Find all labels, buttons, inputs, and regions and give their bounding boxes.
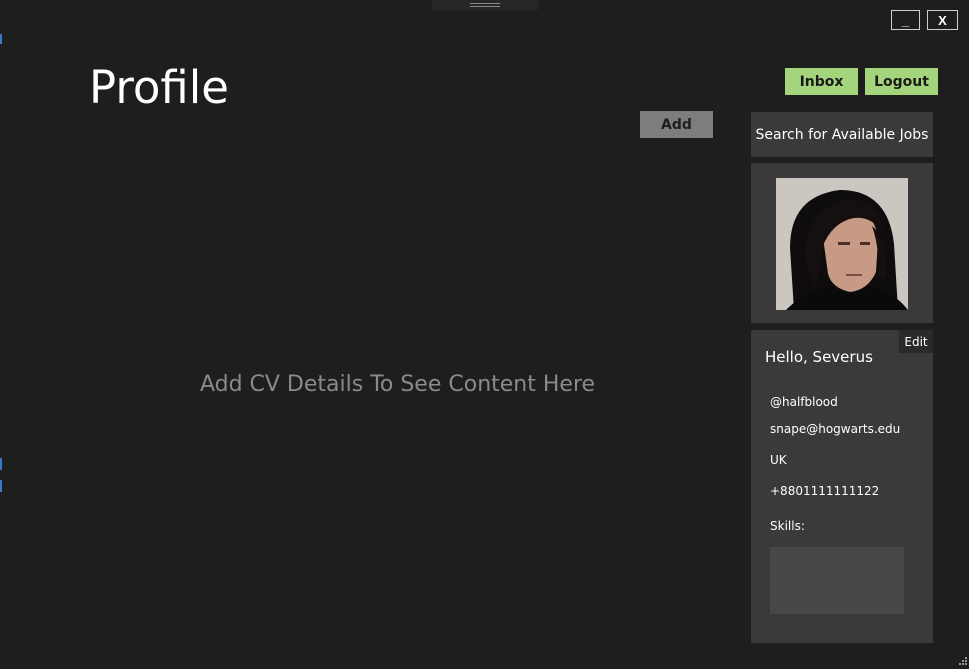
page-title: Profile [89,61,229,114]
avatar-card [751,163,933,323]
resize-grip-icon[interactable] [957,657,967,667]
window-edge-mark [0,34,2,44]
add-cv-button[interactable]: Add [640,111,713,138]
edit-profile-button[interactable]: Edit [899,330,933,353]
window-edge-mark [0,480,2,492]
search-jobs-button[interactable]: Search for Available Jobs [751,112,933,157]
profile-info-card: Edit Hello, Severus @halfblood snape@hog… [751,330,933,643]
email-text: snape@hogwarts.edu [770,422,901,436]
phone-text: +8801111111122 [770,484,880,498]
skills-label: Skills: [770,519,805,533]
skills-box [770,547,904,614]
window-drag-handle[interactable] [432,0,538,10]
close-button[interactable]: X [927,10,958,30]
avatar [776,178,908,310]
minimize-button[interactable]: _ [891,10,920,30]
greeting-text: Hello, Severus [765,348,873,366]
username-text: @halfblood [770,395,838,409]
avatar-photo-icon [776,178,908,310]
country-text: UK [770,453,787,467]
empty-cv-message: Add CV Details To See Content Here [199,372,596,397]
logout-button[interactable]: Logout [865,68,938,95]
inbox-button[interactable]: Inbox [785,68,858,95]
window-edge-mark [0,458,2,470]
